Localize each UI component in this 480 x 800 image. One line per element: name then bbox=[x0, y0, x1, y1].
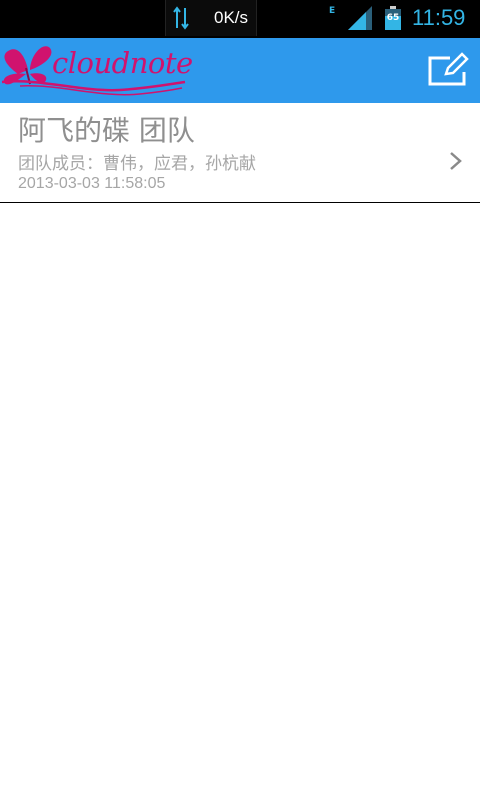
data-transfer-icon bbox=[173, 6, 189, 30]
status-bar: 0K/s E 65 11:59 bbox=[0, 0, 480, 38]
team-list-item[interactable]: 阿飞的碟 团队 团队成员：曹伟，应君，孙杭献 2013-03-03 11:58:… bbox=[0, 103, 480, 203]
team-timestamp: 2013-03-03 11:58:05 bbox=[18, 175, 166, 192]
compose-button[interactable] bbox=[420, 50, 470, 90]
network-type-label: E bbox=[329, 6, 336, 16]
chevron-right-icon bbox=[450, 152, 462, 170]
team-name: 阿飞的碟 团队 bbox=[18, 114, 195, 147]
status-clock: 11:59 bbox=[412, 5, 466, 30]
network-speed-text: 0K/s bbox=[214, 8, 249, 27]
battery-level-text: 65 bbox=[386, 13, 400, 23]
logo-text: cloudnote bbox=[52, 46, 193, 80]
compose-icon bbox=[428, 52, 469, 86]
app-logo: cloudnote bbox=[0, 38, 200, 103]
signal-strength-icon bbox=[348, 6, 372, 30]
app-bar: cloudnote bbox=[0, 38, 480, 103]
team-members: 团队成员：曹伟，应君，孙杭献 bbox=[18, 154, 256, 174]
network-speed-indicator: 0K/s bbox=[165, 0, 257, 36]
